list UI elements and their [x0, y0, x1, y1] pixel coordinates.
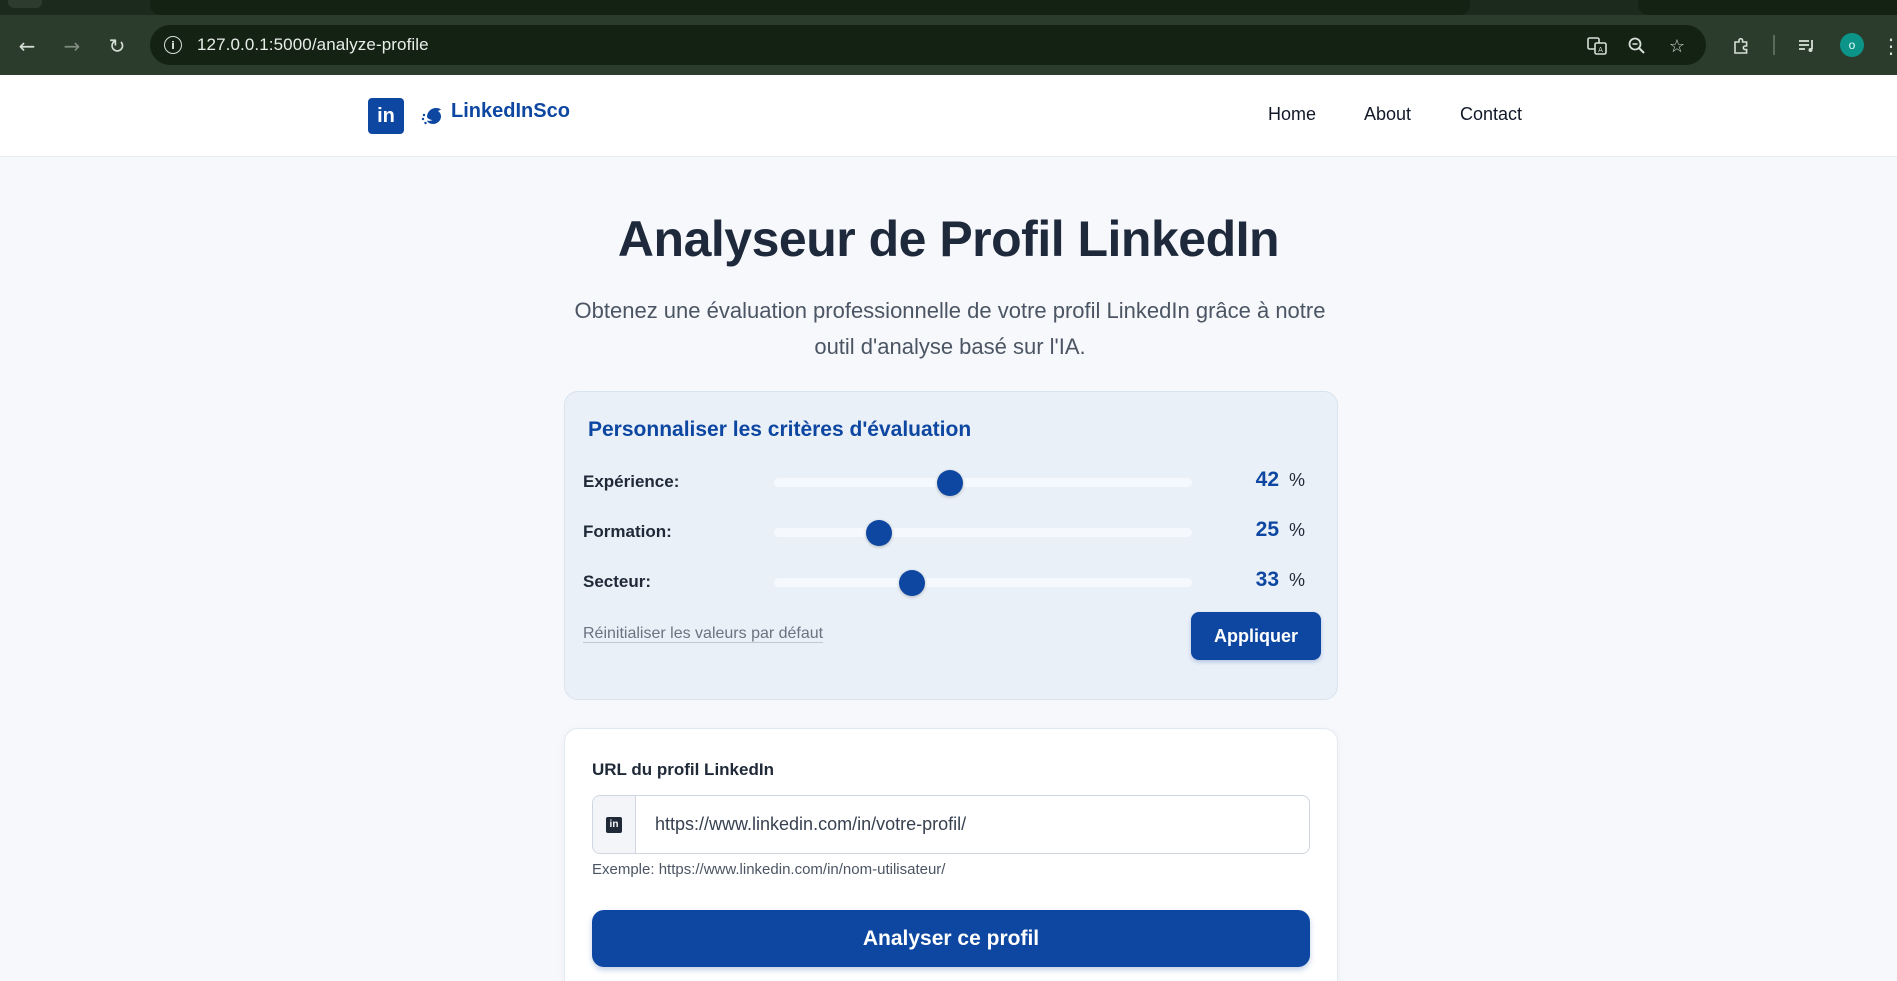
- browser-tab-strip: [0, 0, 1897, 15]
- puzzle-icon[interactable]: [1728, 33, 1754, 59]
- nav-link-about[interactable]: About: [1364, 104, 1411, 125]
- nav-link-home[interactable]: Home: [1268, 104, 1316, 125]
- criterion-value: 42: [1255, 468, 1279, 491]
- brand-name[interactable]: LinkedInSco: [451, 100, 570, 123]
- address-bar[interactable]: i 127.0.0.1:5000/analyze-profile A ☆: [150, 25, 1706, 65]
- secteur-slider[interactable]: [774, 570, 1192, 596]
- info-icon[interactable]: i: [164, 36, 182, 54]
- criterion-label: Secteur:: [583, 572, 652, 591]
- analyze-profile-button[interactable]: Analyser ce profil: [592, 910, 1310, 967]
- bird-logo-icon: [421, 108, 441, 125]
- percent-sign: %: [1288, 570, 1305, 590]
- page-title: Analyseur de Profil LinkedIn: [617, 211, 1280, 267]
- percent-sign: %: [1288, 520, 1305, 540]
- criterion-experience: Expérience: 42 %: [583, 468, 1323, 498]
- percent-sign: %: [1288, 470, 1305, 490]
- criteria-title: Personnaliser les critères d'évaluation: [588, 418, 972, 441]
- star-icon[interactable]: ☆: [1665, 34, 1689, 58]
- zoom-out-icon[interactable]: [1625, 34, 1649, 58]
- criterion-formation: Formation: 25 %: [583, 518, 1323, 548]
- linkedin-icon: in: [606, 816, 622, 833]
- criterion-secteur: Secteur: 33 %: [583, 568, 1323, 598]
- criteria-card: Personnaliser les critères d'évaluation …: [564, 391, 1338, 700]
- arrow-right-icon[interactable]: →: [59, 33, 85, 59]
- url-text[interactable]: 127.0.0.1:5000/analyze-profile: [197, 35, 429, 55]
- translate-icon[interactable]: A: [1585, 34, 1609, 58]
- slider-thumb[interactable]: [936, 470, 963, 496]
- slider-thumb[interactable]: [865, 520, 892, 546]
- nav-link-contact[interactable]: Contact: [1460, 104, 1522, 125]
- formation-slider[interactable]: [774, 520, 1192, 546]
- site-header: in LinkedInSco Home About Contact: [0, 75, 1897, 157]
- profile-avatar[interactable]: o: [1840, 33, 1864, 57]
- criterion-label: Formation:: [583, 522, 672, 541]
- linkedin-logo-icon[interactable]: in: [368, 98, 404, 134]
- svg-text:A: A: [1598, 46, 1603, 54]
- browser-toolbar: ← → ↻ i 127.0.0.1:5000/analyze-profile A…: [0, 15, 1897, 75]
- criterion-value: 33: [1255, 568, 1279, 591]
- experience-slider[interactable]: [774, 470, 1192, 496]
- reset-defaults-link[interactable]: Réinitialiser les valeurs par défaut: [583, 625, 823, 643]
- slider-thumb[interactable]: [898, 570, 925, 596]
- kebab-menu-icon[interactable]: ⋮: [1878, 33, 1897, 59]
- apply-button[interactable]: Appliquer: [1191, 612, 1321, 660]
- input-addon: in: [593, 796, 636, 853]
- arrow-left-icon[interactable]: ←: [14, 33, 40, 59]
- reload-icon[interactable]: ↻: [104, 33, 130, 59]
- criterion-value: 25: [1255, 518, 1279, 541]
- url-input-group: in: [592, 795, 1310, 854]
- toolbar-divider: [1773, 35, 1775, 55]
- criterion-label: Expérience:: [583, 472, 680, 491]
- page-subtitle: Obtenez une évaluation professionnelle d…: [574, 298, 1326, 359]
- profile-url-input[interactable]: [637, 796, 1309, 853]
- media-queue-icon[interactable]: [1794, 33, 1820, 59]
- url-hint: Exemple: https://www.linkedin.com/in/nom…: [592, 861, 946, 878]
- browser-tab[interactable]: [8, 0, 42, 8]
- url-field-label: URL du profil LinkedIn: [592, 760, 774, 779]
- browser-tab[interactable]: [1638, 0, 1897, 15]
- browser-tab-active[interactable]: [150, 0, 1470, 15]
- analyze-card: URL du profil LinkedIn in Exemple: https…: [564, 728, 1338, 981]
